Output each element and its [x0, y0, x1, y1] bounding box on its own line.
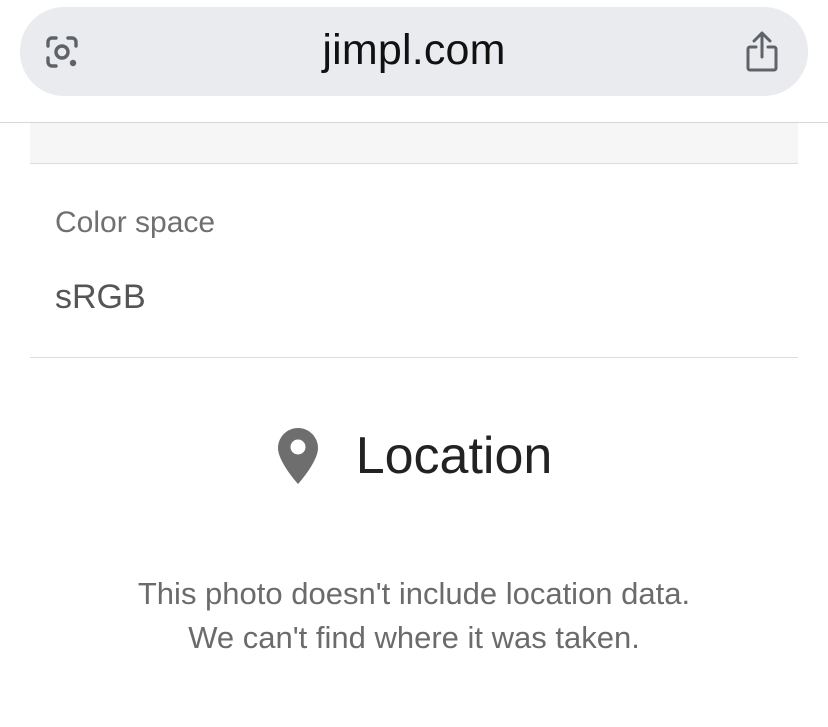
page: jimpl.com Color space sRGB Location This… — [0, 0, 828, 727]
location-message: This photo doesn't include location data… — [0, 572, 828, 660]
camera-lens-icon — [46, 36, 78, 68]
lens-button[interactable] — [40, 30, 84, 74]
metadata-label: Color space — [55, 206, 216, 239]
location-message-line-1: This photo doesn't include location data… — [137, 576, 691, 611]
location-heading: Location — [0, 420, 828, 492]
browser-toolbar: jimpl.com — [0, 0, 828, 123]
metadata-value: sRGB — [55, 278, 146, 316]
url-text[interactable]: jimpl.com — [200, 24, 628, 76]
share-button[interactable] — [738, 28, 786, 76]
map-pin-icon — [276, 426, 320, 486]
previous-metadata-row — [30, 123, 798, 164]
metadata-row-color-space: Color space sRGB — [30, 164, 798, 358]
location-title: Location — [355, 427, 553, 485]
location-message-line-2: We can't find where it was taken. — [188, 620, 640, 655]
share-icon — [746, 31, 778, 72]
